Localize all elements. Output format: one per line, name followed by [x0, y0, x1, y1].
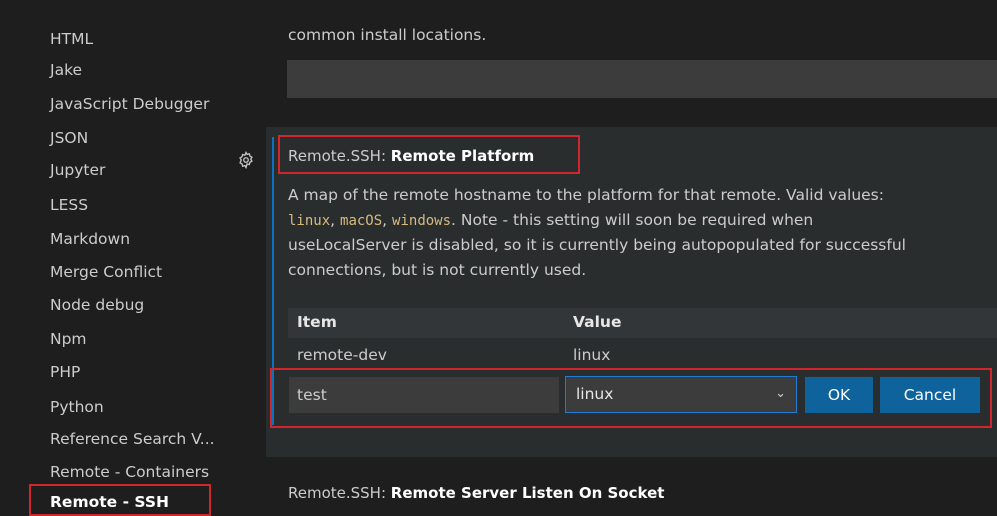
description-line-3: useLocalServer is disabled, so it is cur… [288, 236, 906, 254]
sidebar-item-remote-containers[interactable]: Remote - Containers [50, 462, 209, 482]
sidebar-item-html[interactable]: HTML [50, 29, 93, 49]
setting-name: Remote Platform [390, 147, 535, 165]
column-header-item: Item [297, 313, 337, 331]
sidebar-item-python[interactable]: Python [50, 397, 104, 417]
table-row-item[interactable]: remote-dev [297, 346, 387, 364]
gear-icon[interactable] [236, 150, 256, 171]
item-key-input[interactable]: test [289, 377, 559, 413]
setting-title: Remote.SSH: Remote Platform [288, 147, 534, 165]
sidebar-item-markdown[interactable]: Markdown [50, 229, 130, 249]
previous-setting-description: common install locations. [288, 26, 487, 44]
description-line-2-text: . Note - this setting will soon be requi… [451, 210, 814, 229]
next-setting-title: Remote.SSH: Remote Server Listen On Sock… [288, 484, 664, 502]
description-line-4: connections, but is not currently used. [288, 260, 587, 279]
value-macos: macOS [340, 212, 383, 229]
setting-category: Remote.SSH: [288, 147, 391, 165]
sidebar-item-merge-conflict[interactable]: Merge Conflict [50, 262, 162, 282]
value-windows: windows [392, 212, 452, 229]
sidebar-item-javascript-debugger[interactable]: JavaScript Debugger [50, 94, 209, 114]
sidebar-item-jupyter[interactable]: Jupyter [50, 160, 105, 180]
table-header [288, 308, 997, 338]
sidebar-item-less[interactable]: LESS [50, 195, 88, 215]
previous-setting-input[interactable] [287, 60, 997, 98]
description-line-2: linux, macOS, windows. Note - this setti… [288, 210, 814, 229]
next-setting-name: Remote Server Listen On Socket [390, 484, 665, 502]
sidebar-item-jake[interactable]: Jake [50, 60, 82, 80]
value-select[interactable]: linux ⌄ [565, 376, 797, 413]
table-row-value[interactable]: linux [573, 346, 610, 364]
value-select-text: linux [576, 385, 614, 403]
sidebar-item-php[interactable]: PHP [50, 362, 80, 382]
sidebar-item-node-debug[interactable]: Node debug [50, 295, 144, 315]
highlight-box-sidebar [29, 484, 211, 516]
cancel-button[interactable]: Cancel [880, 377, 980, 413]
sidebar-item-json[interactable]: JSON [50, 128, 88, 148]
next-setting-category: Remote.SSH: [288, 484, 391, 502]
ok-button[interactable]: OK [805, 377, 873, 413]
column-header-value: Value [573, 313, 622, 331]
sidebar-item-reference-search[interactable]: Reference Search V... [50, 429, 215, 449]
chevron-down-icon: ⌄ [775, 386, 786, 401]
settings-sidebar: HTML Jake JavaScript Debugger JSON Jupyt… [0, 0, 262, 516]
sidebar-item-npm[interactable]: Npm [50, 329, 87, 349]
value-linux: linux [288, 212, 331, 229]
setting-description: A map of the remote hostname to the plat… [288, 183, 988, 282]
description-line-1: A map of the remote hostname to the plat… [288, 186, 884, 204]
